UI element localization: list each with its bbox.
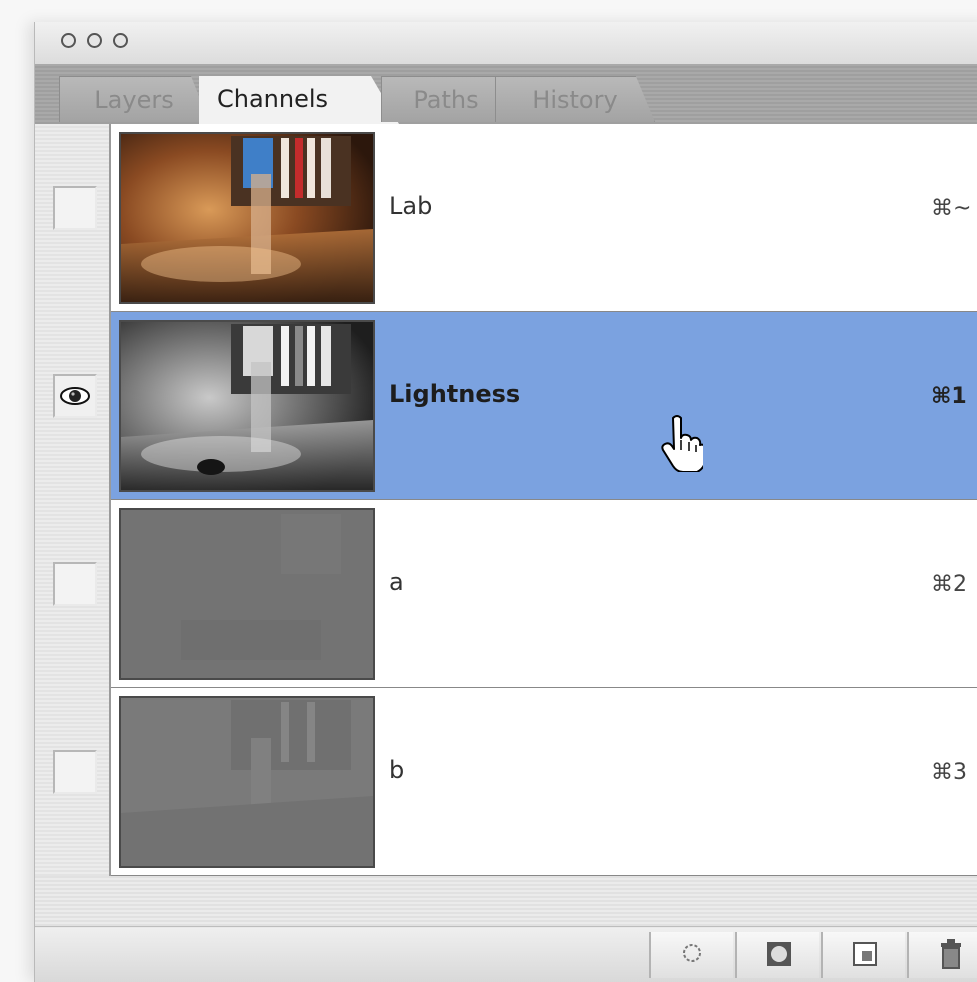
tab-paths[interactable]: Paths [381, 76, 511, 122]
save-selection-as-channel-button[interactable] [735, 932, 819, 978]
trash-icon [937, 938, 965, 974]
channel-name-lightness: Lightness [389, 380, 521, 408]
channels-panel-window: Layers Channels Paths History Lab ⌘~ Lig… [34, 22, 977, 982]
panel-tab-bar: Layers Channels Paths History [35, 64, 977, 126]
channels-toolbar [35, 928, 977, 982]
visibility-toggle-b[interactable] [53, 750, 97, 794]
tab-channels[interactable]: Channels [199, 76, 399, 124]
new-channel-icon [851, 940, 879, 972]
load-channel-as-selection-button[interactable] [649, 932, 733, 978]
visibility-toggle-a[interactable] [53, 562, 97, 606]
minimize-window-button[interactable] [87, 33, 102, 48]
tab-layers-label: Layers [94, 86, 174, 114]
delete-channel-button[interactable] [907, 932, 977, 978]
new-channel-button[interactable] [821, 932, 905, 978]
channel-row-lab[interactable]: Lab ⌘~ [111, 124, 977, 312]
channel-row-lightness[interactable]: Lightness ⌘1 [111, 312, 977, 500]
b-thumbnail [119, 696, 375, 868]
channel-shortcut-lightness: ⌘1 [931, 384, 967, 409]
panel-footer-strip [35, 876, 977, 927]
channel-shortcut-lab: ⌘~ [931, 196, 972, 221]
save-selection-as-channel-icon [765, 940, 793, 972]
tab-history-label: History [532, 86, 618, 114]
tab-layers[interactable]: Layers [59, 76, 209, 122]
load-channel-as-selection-icon [681, 942, 703, 968]
channel-row-a[interactable]: a ⌘2 [111, 500, 977, 688]
title-bar [35, 22, 977, 65]
channel-name-a: a [389, 568, 404, 596]
lab-thumbnail [119, 132, 375, 304]
close-window-button[interactable] [61, 33, 76, 48]
channel-list: Lab ⌘~ Lightness ⌘1 a ⌘2 b ⌘3 [35, 124, 977, 878]
lightness-thumbnail [119, 320, 375, 492]
tab-channels-label: Channels [217, 85, 329, 113]
zoom-window-button[interactable] [113, 33, 128, 48]
visibility-toggle-lightness[interactable] [53, 374, 97, 418]
a-thumbnail [119, 508, 375, 680]
channel-shortcut-a: ⌘2 [931, 572, 967, 597]
channel-row-b[interactable]: b ⌘3 [111, 688, 977, 876]
channel-name-lab: Lab [389, 192, 433, 220]
tab-paths-label: Paths [413, 86, 479, 114]
eye-icon [59, 386, 91, 410]
channel-shortcut-b: ⌘3 [931, 760, 967, 785]
visibility-toggle-lab[interactable] [53, 186, 97, 230]
channel-name-b: b [389, 756, 405, 784]
tab-history[interactable]: History [495, 76, 655, 122]
pointing-hand-cursor [659, 414, 706, 476]
